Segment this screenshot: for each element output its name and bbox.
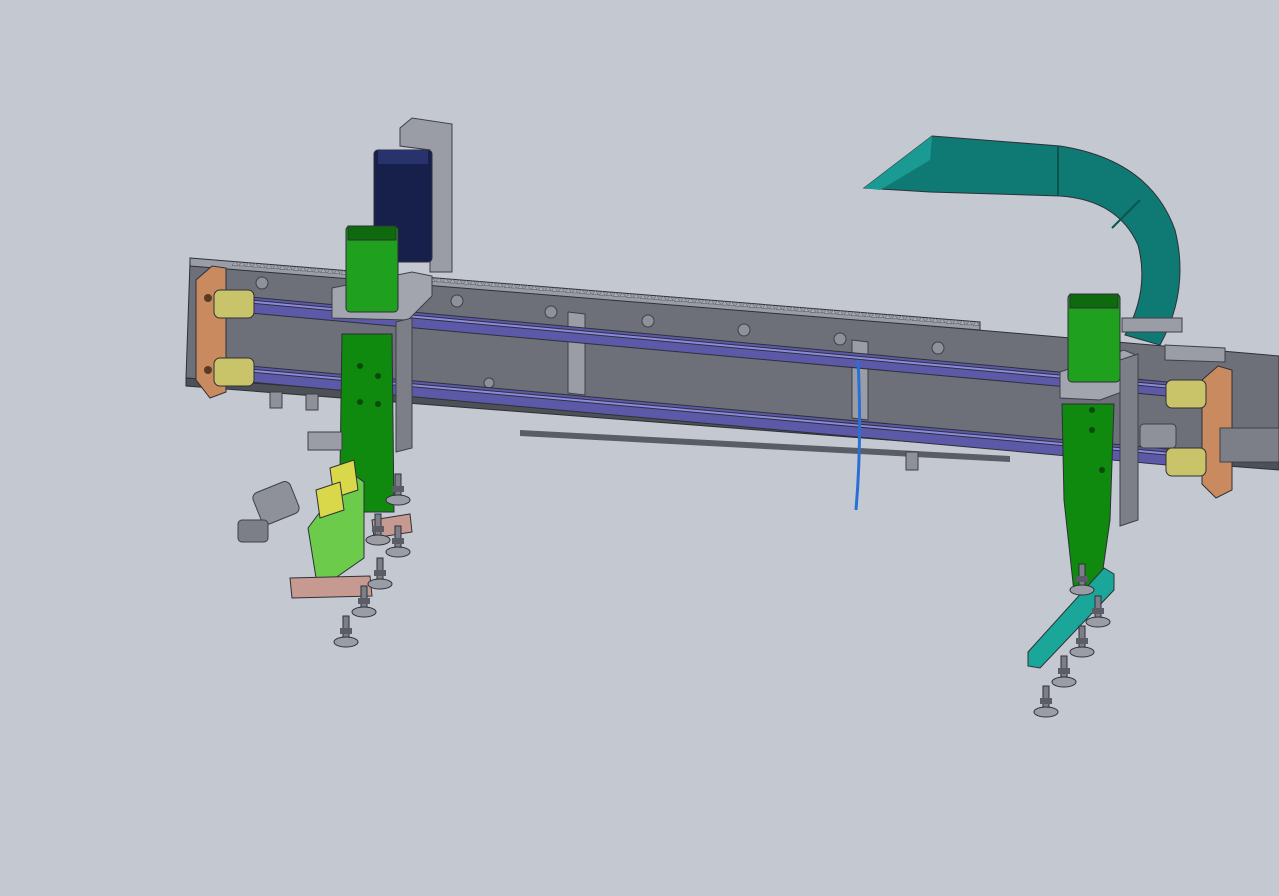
bolt xyxy=(1099,467,1105,473)
suction-cup-nut xyxy=(392,538,404,544)
bolt xyxy=(204,366,212,374)
bolt xyxy=(204,294,212,302)
suction-cup-stem xyxy=(360,585,368,609)
suction-cup-pad xyxy=(1051,676,1077,688)
pink-gripper-plate xyxy=(289,575,373,599)
suction-cup-pad xyxy=(1085,616,1111,628)
bolt xyxy=(375,401,381,407)
bolt xyxy=(1089,407,1095,413)
suction-cup-nut xyxy=(358,598,370,604)
suction-cup-stem xyxy=(376,557,384,581)
right-side-frame xyxy=(1119,353,1139,527)
mount-hole xyxy=(544,305,558,319)
tab-bracket xyxy=(307,431,343,451)
right-vertical-arm xyxy=(1061,403,1115,593)
mount-hole xyxy=(833,332,847,346)
lower-rod-bushing xyxy=(1165,447,1207,477)
bolt xyxy=(357,399,363,405)
upper-rod-bushing xyxy=(1165,379,1207,409)
green-stepper-motor-cap xyxy=(347,225,397,241)
side-plate xyxy=(395,317,413,453)
mount-hole xyxy=(483,377,495,389)
suction-cup-pad xyxy=(365,534,391,546)
chain-end-plate xyxy=(1164,344,1226,363)
suction-cup-stem xyxy=(1078,625,1086,649)
suction-cup-nut xyxy=(1092,608,1104,614)
suction-cup-pad xyxy=(1033,706,1059,718)
suction-cup xyxy=(1033,685,1059,718)
suction-cup-pad xyxy=(1069,646,1095,658)
suction-cup-nut xyxy=(392,486,404,492)
suction-cup-pad xyxy=(351,606,377,618)
mount-hole xyxy=(737,323,751,337)
suction-cup-nut xyxy=(1076,638,1088,644)
mount-hole xyxy=(931,341,945,355)
suction-cup-stem xyxy=(1042,685,1050,709)
navy-motor-top xyxy=(378,150,428,164)
suction-cup-nut xyxy=(1040,698,1052,704)
right-green-motor-cap xyxy=(1069,293,1119,309)
suction-cup-stem xyxy=(1078,563,1086,587)
mount-hole xyxy=(641,314,655,328)
suction-cup-nut xyxy=(374,570,386,576)
chain-mount-bracket xyxy=(1121,317,1183,333)
clip xyxy=(269,391,283,409)
suction-cup-pad xyxy=(385,546,411,558)
clip xyxy=(905,451,919,471)
rail-clip xyxy=(567,311,586,396)
suction-cup xyxy=(1051,655,1077,688)
suction-cup-nut xyxy=(1076,576,1088,582)
cylinder-fitting xyxy=(1139,423,1177,449)
cylinder-rod-end xyxy=(237,519,269,543)
suction-cup-pad xyxy=(1069,584,1095,596)
cad-model-canvas[interactable] xyxy=(0,0,1279,896)
pneumatic-cylinder xyxy=(252,481,300,525)
suction-cup-stem xyxy=(1094,595,1102,619)
mount-hole xyxy=(450,294,464,308)
suction-cup-nut xyxy=(340,628,352,634)
suction-cup-stem xyxy=(1060,655,1068,679)
cad-viewport[interactable] xyxy=(0,0,1279,896)
suction-cup-stem xyxy=(394,525,402,549)
suction-cup-nut xyxy=(372,526,384,532)
suction-cup-pad xyxy=(385,494,411,506)
clip xyxy=(305,393,319,411)
suction-cup-stem xyxy=(342,615,350,639)
suction-cup xyxy=(367,557,393,590)
right-cylinder xyxy=(1219,427,1279,463)
suction-cup-stem xyxy=(374,513,382,537)
upper-rod-bushing xyxy=(213,289,255,319)
bolt xyxy=(357,363,363,369)
suction-cup xyxy=(333,615,359,648)
suction-cup-stem xyxy=(394,473,402,497)
mount-hole xyxy=(255,276,269,290)
suction-cup-nut xyxy=(1058,668,1070,674)
suction-cup-pad xyxy=(367,578,393,590)
bolt xyxy=(375,373,381,379)
lower-rod-bushing xyxy=(213,357,255,387)
suction-cup-pad xyxy=(333,636,359,648)
bolt xyxy=(1089,427,1095,433)
